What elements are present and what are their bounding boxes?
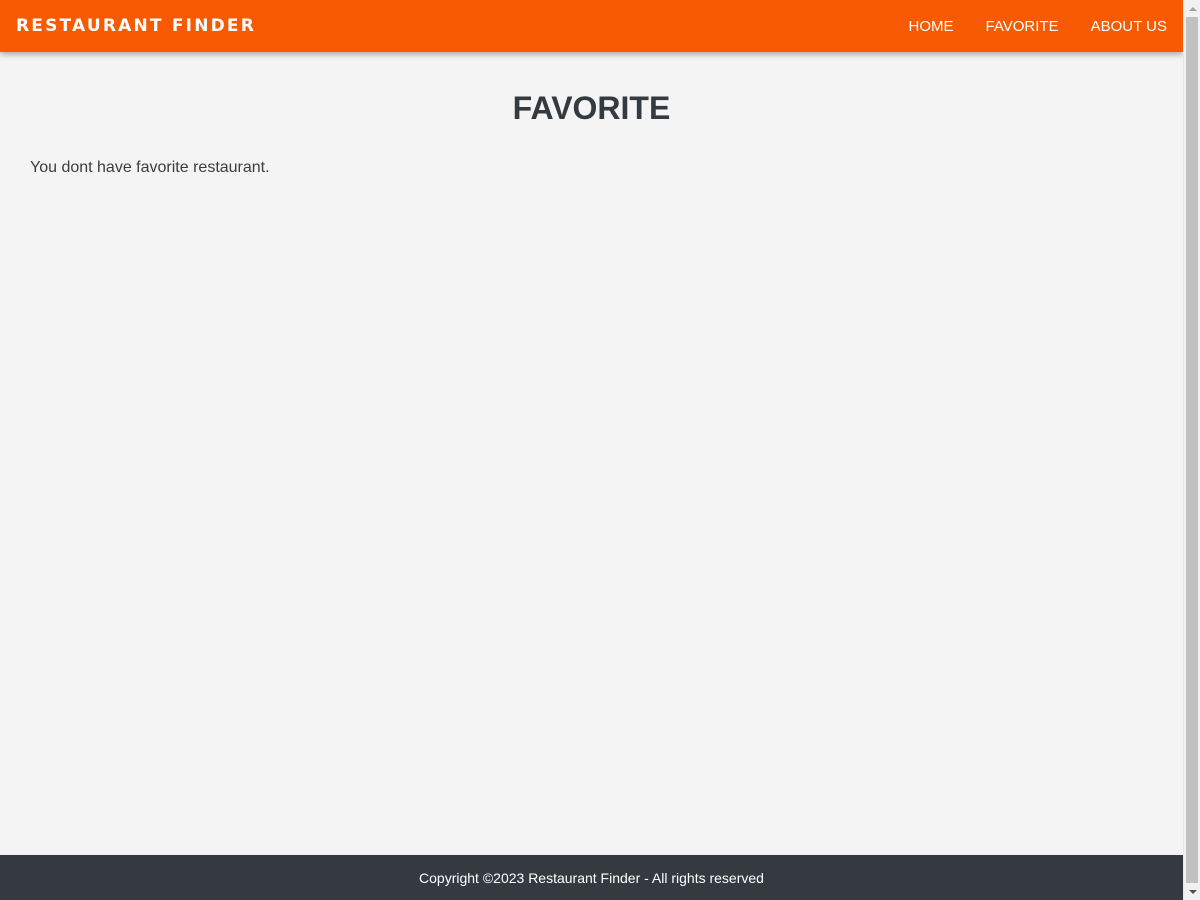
nav-favorite-link[interactable]: FAVORITE — [971, 0, 1074, 52]
footer: Copyright ©2023 Restaurant Finder - All … — [0, 855, 1183, 900]
main-nav: HOME FAVORITE ABOUT US — [893, 0, 1183, 52]
app-bar: RESTAURANT FINDER HOME FAVORITE ABOUT US — [0, 0, 1183, 52]
page: RESTAURANT FINDER HOME FAVORITE ABOUT US… — [0, 0, 1183, 900]
scroll-up-arrow-icon[interactable] — [1184, 0, 1200, 17]
vertical-scrollbar[interactable] — [1183, 0, 1200, 900]
scrollbar-thumb[interactable] — [1186, 17, 1198, 883]
footer-copyright: Copyright ©2023 Restaurant Finder - All … — [419, 869, 764, 886]
empty-favorites-message: You dont have favorite restaurant. — [30, 159, 270, 176]
main-content: FAVORITE You dont have favorite restaura… — [0, 52, 1183, 177]
nav-home-link[interactable]: HOME — [894, 0, 969, 52]
brand-logo-link[interactable]: RESTAURANT FINDER — [16, 16, 256, 36]
nav-about-us-link[interactable]: ABOUT US — [1076, 0, 1182, 52]
scroll-down-arrow-icon[interactable] — [1184, 883, 1200, 900]
page-title: FAVORITE — [512, 90, 671, 126]
